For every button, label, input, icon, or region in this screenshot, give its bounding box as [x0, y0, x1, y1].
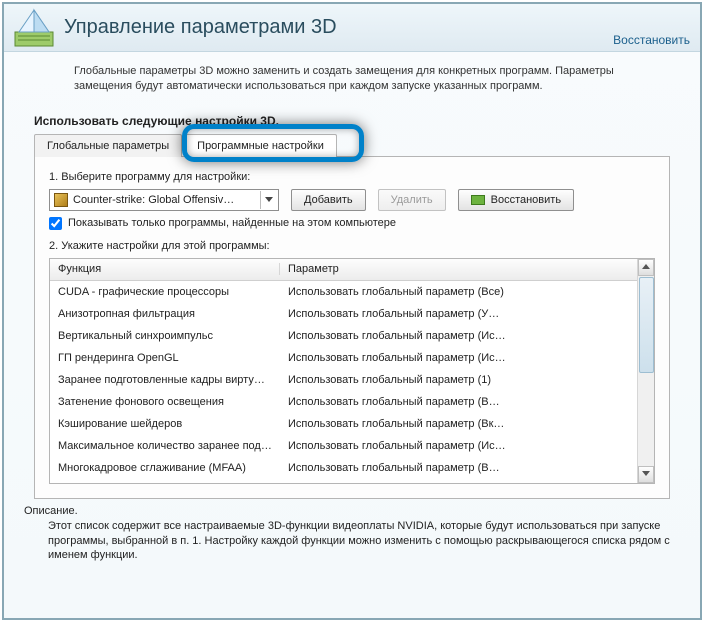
table-row[interactable]: Затенение фонового освещенияИспользовать…	[50, 391, 637, 413]
step2-label: 2. Укажите настройки для этой программы:	[49, 240, 655, 252]
table-row[interactable]: Кэширование шейдеровИспользовать глобаль…	[50, 413, 637, 435]
step1-label: 1. Выберите программу для настройки:	[49, 171, 655, 183]
scroll-down-button[interactable]	[638, 466, 654, 483]
cell-function: Заранее подготовленные кадры вирту…	[50, 374, 280, 386]
csgo-icon	[54, 193, 68, 207]
intro-text: Глобальные параметры 3D можно заменить и…	[4, 52, 700, 94]
description-heading: Описание.	[24, 505, 670, 517]
tab-program[interactable]: Программные настройки	[184, 134, 337, 157]
header: Управление параметрами 3D Восстановить	[4, 4, 700, 52]
scroll-thumb[interactable]	[639, 277, 654, 373]
cell-function: Затенение фонового освещения	[50, 396, 280, 408]
show-only-found-label: Показывать только программы, найденные н…	[68, 217, 396, 229]
description-text: Этот список содержит все настраиваемые 3…	[24, 519, 670, 564]
table-row[interactable]: CUDA - графические процессорыИспользоват…	[50, 281, 637, 303]
section-heading: Использовать следующие настройки 3D.	[34, 114, 670, 128]
cell-function: Кэширование шейдеров	[50, 418, 280, 430]
scroll-track[interactable]	[638, 276, 654, 466]
cell-function: Максимальное количество заранее под…	[50, 440, 280, 452]
cell-parameter: Использовать глобальный параметр (У…	[280, 308, 637, 320]
cell-function: Вертикальный синхроимпульс	[50, 330, 280, 342]
table-row[interactable]: Заранее подготовленные кадры вирту…Испол…	[50, 369, 637, 391]
tab-global[interactable]: Глобальные параметры	[34, 134, 182, 157]
nvidia-logo-icon	[471, 195, 485, 205]
cell-parameter: Использовать глобальный параметр (Все)	[280, 286, 637, 298]
cell-parameter: Использовать глобальный параметр (Ис…	[280, 352, 637, 364]
program-selected-text: Counter-strike: Global Offensiv…	[73, 194, 260, 206]
program-select[interactable]: Counter-strike: Global Offensiv…	[49, 189, 279, 211]
nvidia-3d-icon	[14, 8, 54, 48]
cell-parameter: Использовать глобальный параметр (Ис…	[280, 330, 637, 342]
scroll-up-button[interactable]	[638, 259, 654, 276]
settings-grid: Функция Параметр CUDA - графические проц…	[49, 258, 655, 484]
cell-parameter: Использовать глобальный параметр (1)	[280, 374, 637, 386]
cell-function: Анизотропная фильтрация	[50, 308, 280, 320]
cell-parameter: Использовать глобальный параметр (В…	[280, 462, 637, 474]
restore-button-label: Восстановить	[491, 194, 561, 206]
show-only-found-checkbox[interactable]	[49, 217, 62, 230]
header-restore-link[interactable]: Восстановить	[613, 33, 690, 47]
cell-function: Многокадровое сглаживание (MFAA)	[50, 462, 280, 474]
table-row[interactable]: ГП рендеринга OpenGLИспользовать глобаль…	[50, 347, 637, 369]
table-row[interactable]: Вертикальный синхроимпульсИспользовать г…	[50, 325, 637, 347]
grid-header: Функция Параметр	[50, 259, 637, 281]
column-function[interactable]: Функция	[50, 263, 280, 275]
restore-button[interactable]: Восстановить	[458, 189, 574, 211]
program-panel: 1. Выберите программу для настройки: Cou…	[34, 156, 670, 499]
add-button[interactable]: Добавить	[291, 189, 366, 211]
page-title: Управление параметрами 3D	[64, 16, 337, 39]
grid-scrollbar[interactable]	[637, 259, 654, 483]
tabs: Глобальные параметры Программные настрой…	[34, 134, 670, 157]
column-parameter[interactable]: Параметр	[280, 263, 637, 275]
cell-parameter: Использовать глобальный параметр (В…	[280, 396, 637, 408]
table-row[interactable]: Максимальное количество заранее под…Испо…	[50, 435, 637, 457]
cell-function: ГП рендеринга OpenGL	[50, 352, 280, 364]
cell-function: CUDA - графические процессоры	[50, 286, 280, 298]
remove-button[interactable]: Удалить	[378, 189, 446, 211]
table-row[interactable]: Анизотропная фильтрацияИспользовать глоб…	[50, 303, 637, 325]
chevron-down-icon	[260, 191, 276, 209]
cell-parameter: Использовать глобальный параметр (Ис…	[280, 440, 637, 452]
table-row[interactable]: Многокадровое сглаживание (MFAA)Использо…	[50, 457, 637, 479]
cell-parameter: Использовать глобальный параметр (Вк…	[280, 418, 637, 430]
